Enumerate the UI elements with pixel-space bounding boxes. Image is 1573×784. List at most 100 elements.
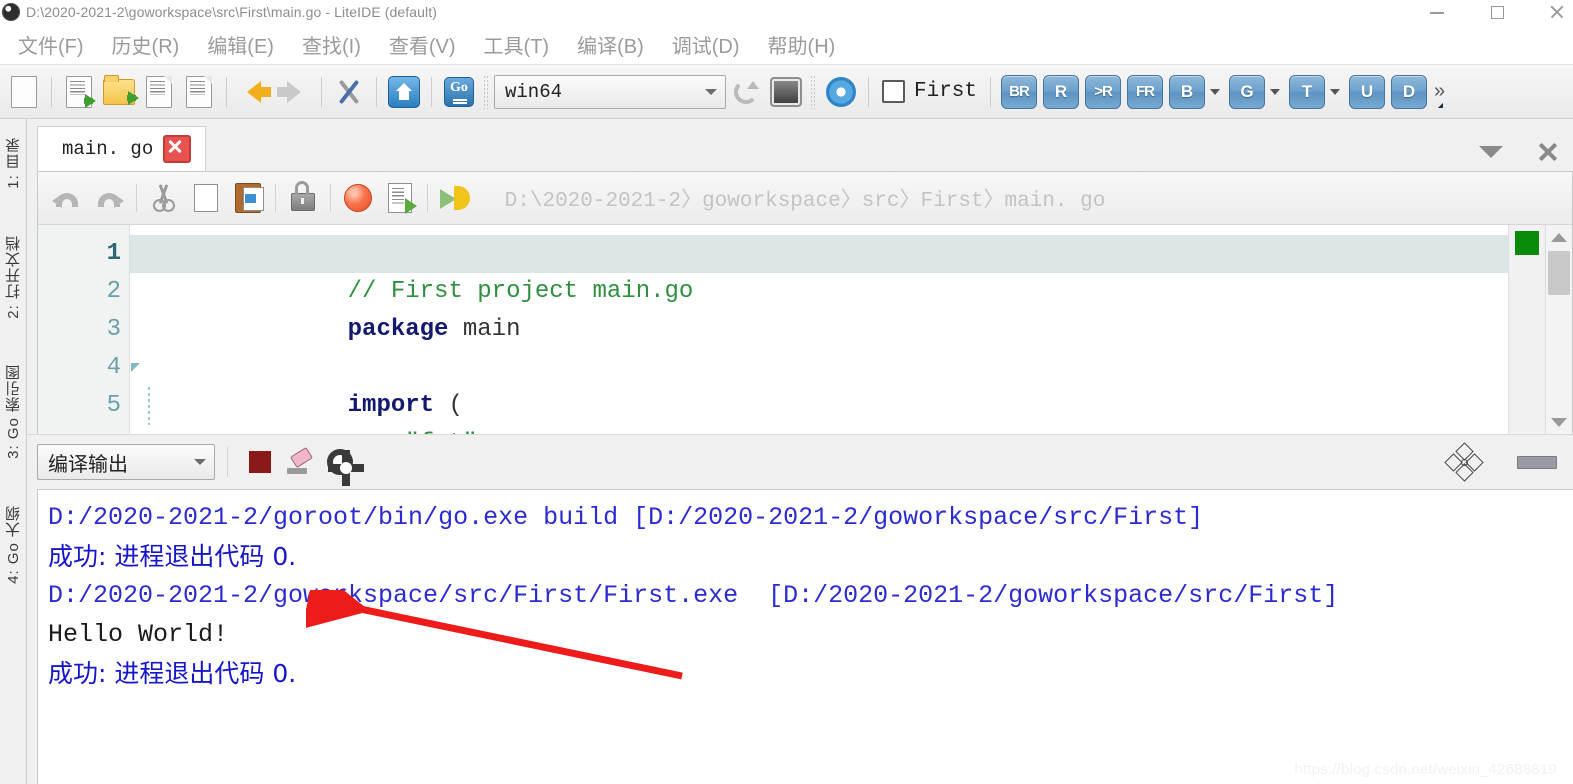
- editor-tab-main-go[interactable]: main. go: [37, 126, 207, 171]
- get-dropdown-chevron-icon[interactable]: [1270, 88, 1281, 95]
- target-checkbox[interactable]: First: [876, 80, 983, 103]
- editor-panel: D:\2020-2021-2〉goworkspace〉src〉First〉mai…: [37, 171, 1573, 434]
- undo-button[interactable]: [46, 177, 88, 219]
- window-controls: [1429, 0, 1565, 24]
- menu-find[interactable]: 查找(I): [288, 28, 375, 61]
- float-panel-icon[interactable]: [1444, 442, 1484, 482]
- code-token: package: [347, 316, 449, 343]
- sidebar-tab-open-docs[interactable]: 2: 打开文档: [1, 225, 26, 329]
- tools-button[interactable]: [329, 72, 369, 112]
- code-token: (: [434, 392, 463, 419]
- close-editor-icon[interactable]: [1537, 141, 1559, 163]
- menu-debug[interactable]: 调试(D): [658, 28, 754, 61]
- fold-triangle-icon[interactable]: [131, 363, 140, 372]
- tools-icon: [334, 77, 364, 107]
- cut-button[interactable]: [143, 177, 185, 219]
- editor-toolbar-separator: [275, 184, 276, 212]
- install-button[interactable]: U: [1349, 74, 1386, 109]
- stop-process-button[interactable]: [240, 442, 280, 482]
- main-body: 1: 目录 2: 打开文档 3: Go 索引图 4: Go 大纲 main. g…: [0, 119, 1573, 784]
- build-run-button[interactable]: BR: [1001, 74, 1038, 109]
- toolbar-grip[interactable]: [483, 74, 490, 109]
- toolbar-separator: [51, 76, 52, 107]
- reload-env-button[interactable]: [726, 72, 766, 112]
- get-button[interactable]: G: [1229, 74, 1266, 109]
- sidebar-tab-go-outline[interactable]: 4: Go 大纲: [1, 495, 26, 594]
- bookmark-button[interactable]: [337, 177, 379, 219]
- minimize-panel-icon[interactable]: [1517, 455, 1557, 469]
- line-number: 1: [106, 240, 121, 267]
- reload-icon: [732, 78, 760, 106]
- terminal-button[interactable]: [766, 72, 806, 112]
- test-dropdown-chevron-icon[interactable]: [1330, 88, 1341, 95]
- menu-history[interactable]: 历史(R): [98, 28, 194, 61]
- doc-button[interactable]: D: [1391, 74, 1428, 109]
- jump-button[interactable]: [434, 177, 476, 219]
- output-header: 编译输出: [27, 434, 1573, 489]
- save-file-button[interactable]: [139, 72, 179, 112]
- toolbar-separator: [321, 76, 322, 107]
- output-body[interactable]: D:/2020-2021-2/goroot/bin/go.exe build […: [37, 489, 1573, 784]
- env-combo[interactable]: win64: [494, 74, 726, 109]
- window-title: D:\2020-2021-2\goworkspace\src\First\mai…: [26, 4, 438, 20]
- editor-toolbar-separator: [330, 184, 331, 212]
- menu-edit[interactable]: 编辑(E): [193, 28, 288, 61]
- menu-file[interactable]: 文件(F): [4, 28, 98, 61]
- chevron-down-icon: [194, 459, 206, 465]
- line-number: 2: [106, 278, 121, 305]
- menu-view[interactable]: 查看(V): [375, 28, 470, 61]
- build-config-button[interactable]: [821, 72, 861, 112]
- editor-tab-bar: main. go: [27, 119, 1573, 171]
- close-tab-icon[interactable]: [163, 135, 192, 163]
- checkbox-box[interactable]: [882, 80, 905, 103]
- go-logo-icon: Go: [444, 76, 474, 107]
- menu-help[interactable]: 帮助(H): [754, 28, 850, 61]
- output-line: D:/2020-2021-2/goworkspace/src/First/Fir…: [48, 581, 1339, 610]
- navigate-forward-button[interactable]: [274, 72, 314, 112]
- output-settings-button[interactable]: [320, 442, 364, 486]
- test-button[interactable]: T: [1289, 74, 1326, 109]
- output-header-separator: [227, 447, 228, 477]
- sidebar-tab-directory[interactable]: 1: 目录: [1, 127, 26, 199]
- build-button[interactable]: B: [1169, 74, 1206, 109]
- menu-tools[interactable]: 工具(T): [470, 28, 564, 61]
- tab-list-dropdown-icon[interactable]: [1479, 146, 1503, 158]
- navigate-back-icon: [247, 80, 271, 103]
- scroll-thumb[interactable]: [1548, 251, 1570, 295]
- minimize-icon[interactable]: [1429, 4, 1445, 20]
- output-type-combo[interactable]: 编译输出: [37, 444, 215, 480]
- toolbar-overflow-icon[interactable]: »: [1434, 80, 1445, 103]
- scroll-down-button[interactable]: [1546, 410, 1572, 434]
- code-complete-button[interactable]: [379, 177, 421, 219]
- toolbar-grip[interactable]: [810, 74, 817, 109]
- maximize-icon[interactable]: [1489, 4, 1505, 20]
- open-file-button[interactable]: [59, 72, 99, 112]
- file-run-button[interactable]: FR: [1127, 74, 1164, 109]
- menu-build[interactable]: 编译(B): [563, 28, 658, 61]
- copy-button[interactable]: [185, 177, 227, 219]
- clear-output-button[interactable]: [280, 442, 320, 482]
- output-settings-gear-icon: [327, 449, 364, 486]
- save-as-button[interactable]: [179, 72, 219, 112]
- home-button[interactable]: [384, 72, 424, 112]
- new-file-button[interactable]: [4, 72, 44, 112]
- navigate-back-button[interactable]: [234, 72, 274, 112]
- paste-button[interactable]: [227, 177, 269, 219]
- new-file-icon: [11, 75, 37, 108]
- scroll-up-button[interactable]: [1546, 225, 1572, 249]
- open-folder-button[interactable]: [99, 72, 139, 112]
- liteide-window: D:\2020-2021-2\goworkspace\src\First\mai…: [0, 0, 1573, 784]
- code-text[interactable]: // First project main.go package main im…: [130, 225, 1508, 434]
- go-docs-button[interactable]: Go: [439, 72, 479, 112]
- code-complete-icon: [388, 183, 417, 214]
- build-dropdown-chevron-icon[interactable]: [1210, 88, 1221, 95]
- editor-vertical-scrollbar[interactable]: [1545, 225, 1572, 434]
- code-area[interactable]: 1 2 3 4 5 // First project main.go packa…: [38, 225, 1572, 434]
- sidebar-tab-go-index[interactable]: 3: Go 索引图: [1, 354, 26, 469]
- editor-toolbar-separator: [427, 184, 428, 212]
- close-icon[interactable]: [1549, 4, 1565, 20]
- lock-toggle-button[interactable]: [282, 177, 324, 219]
- redo-button[interactable]: [88, 177, 130, 219]
- run-button[interactable]: R: [1043, 74, 1080, 109]
- run-args-button[interactable]: >R: [1085, 74, 1122, 109]
